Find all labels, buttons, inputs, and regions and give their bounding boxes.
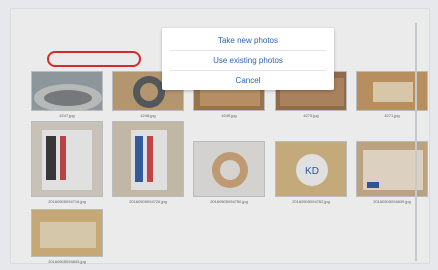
photo-source-dialog: Take new photos Use existing photos Canc… <box>162 28 334 90</box>
take-new-photos-option[interactable]: Take new photos <box>162 36 334 45</box>
selection-highlight <box>47 51 141 67</box>
cancel-option[interactable]: Cancel <box>162 76 334 85</box>
use-existing-photos-option[interactable]: Use existing photos <box>162 56 334 65</box>
divider <box>170 70 326 71</box>
divider <box>170 50 326 51</box>
